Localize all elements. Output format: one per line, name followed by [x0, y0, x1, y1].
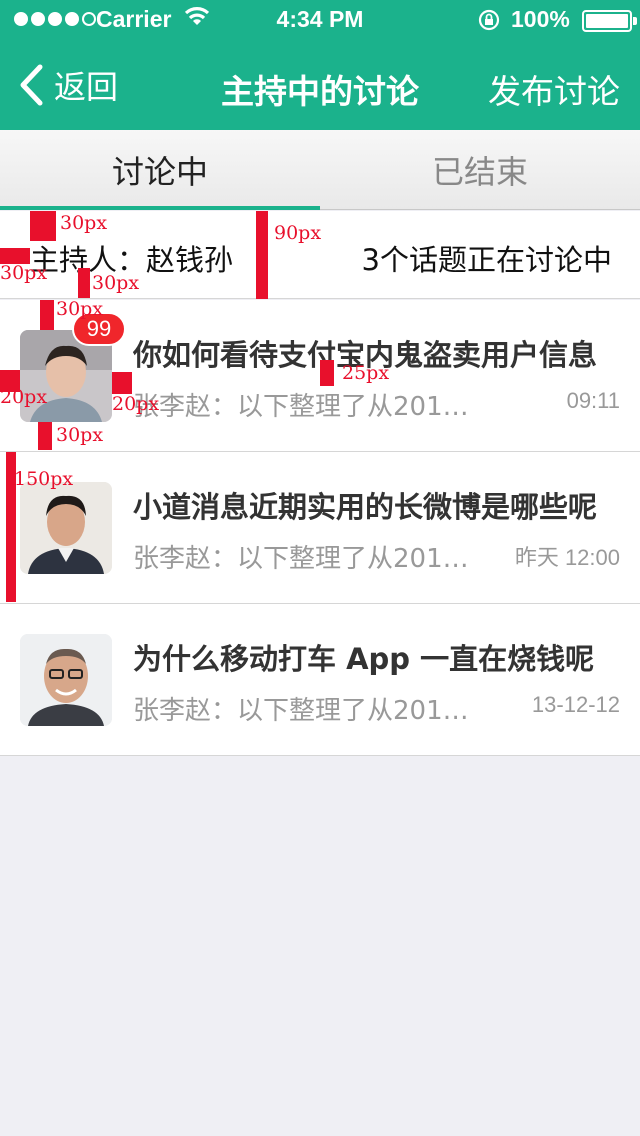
spacing-marker	[38, 422, 52, 450]
list-item[interactable]: 小道消息近期实用的长微博是哪些呢 张李赵：以下整理了从2013年 昨天 12:0…	[0, 452, 640, 604]
discussion-title: 为什么移动打车 App 一直在烧钱呢	[133, 642, 595, 676]
app-header: Carrier 4:34 PM 100% 返回 主持中的讨论 发布讨论	[0, 0, 640, 130]
spacing-label: 30px	[92, 272, 140, 294]
spacing-label: 30px	[60, 212, 108, 234]
discussion-preview: 张李赵：以下整理了从2013年	[133, 544, 483, 574]
spacing-marker	[78, 268, 90, 298]
rotation-lock-icon	[478, 9, 500, 31]
status-bar: Carrier 4:34 PM 100%	[0, 0, 640, 40]
list-item[interactable]: 为什么移动打车 App 一直在烧钱呢 张李赵：以下整理了从2013年 13-12…	[0, 604, 640, 756]
spacing-label: 30px	[56, 298, 104, 320]
avatar	[20, 482, 112, 574]
spacing-label: 30px	[0, 262, 48, 284]
person-3-icon	[20, 634, 112, 726]
spacing-marker	[256, 211, 268, 299]
active-tab-indicator	[0, 206, 320, 210]
tab-ongoing[interactable]: 讨论中	[0, 130, 320, 210]
spacing-label: 90px	[274, 222, 322, 244]
discussion-tabs: 讨论中 已结束	[0, 130, 640, 210]
spacing-label: 20px	[0, 386, 48, 408]
discussion-time: 09:11	[566, 388, 620, 413]
avatar	[20, 634, 112, 726]
spacing-marker	[112, 372, 132, 394]
spacing-marker	[30, 211, 56, 241]
person-2-icon	[20, 482, 112, 574]
spacing-label: 25px	[342, 362, 390, 384]
publish-discussion-button[interactable]: 发布讨论	[488, 65, 620, 113]
spacing-label: 20px	[112, 393, 160, 415]
battery-icon	[582, 10, 637, 32]
spacing-label: 30px	[56, 424, 104, 446]
discussion-preview: 张李赵：以下整理了从2013年	[133, 392, 483, 422]
tab-ended[interactable]: 已结束	[320, 130, 640, 210]
discussion-time: 昨天 12:00	[514, 545, 620, 570]
topics-status: 3个话题正在讨论中	[361, 243, 612, 277]
spacing-label: 150px	[14, 468, 74, 490]
discussion-title: 小道消息近期实用的长微博是哪些呢	[133, 490, 598, 524]
spacing-marker	[40, 300, 54, 330]
spacing-marker	[320, 360, 334, 386]
battery-percentage: 100%	[511, 6, 570, 32]
discussion-preview: 张李赵：以下整理了从2013年	[133, 696, 483, 726]
navigation-bar: 返回 主持中的讨论 发布讨论	[0, 40, 640, 130]
discussion-time: 13-12-12	[531, 692, 620, 717]
